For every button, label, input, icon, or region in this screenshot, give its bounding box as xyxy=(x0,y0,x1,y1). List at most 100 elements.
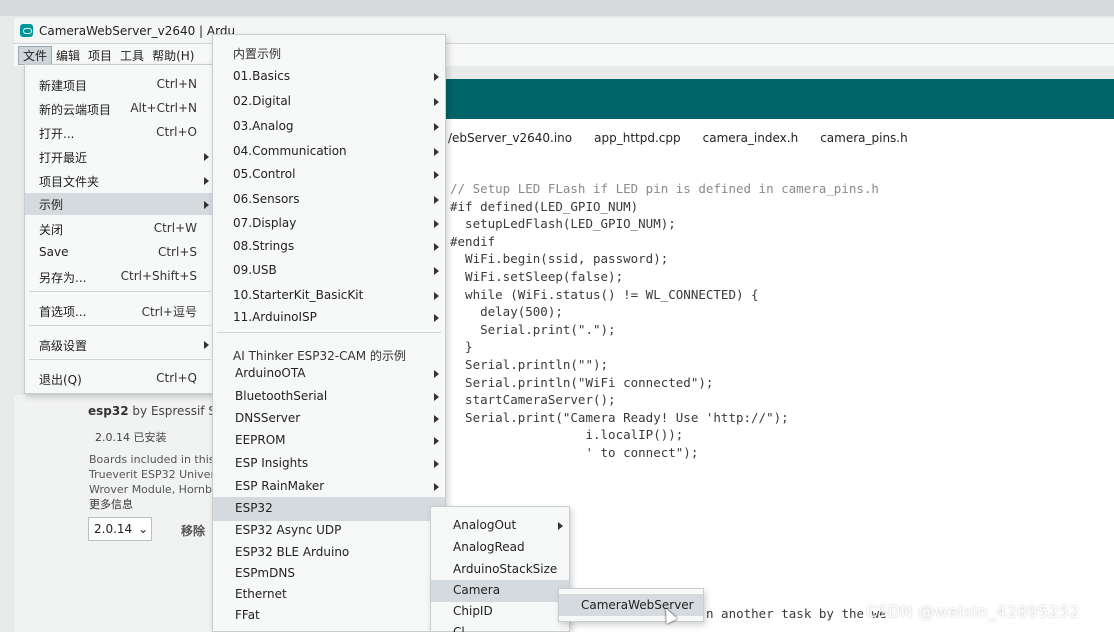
menu-sketch[interactable]: 项目 xyxy=(84,47,116,64)
version-select[interactable]: 2.0.14 ⌄ xyxy=(88,517,152,541)
menu-item-preferences[interactable]: 首选项... Ctrl+逗号 xyxy=(25,303,215,320)
menu-item-open[interactable]: 打开... Ctrl+O xyxy=(25,125,215,142)
tab-app-httpd[interactable]: app_httpd.cpp xyxy=(594,131,680,153)
menu-item-esp-insights[interactable]: ESP Insights xyxy=(213,456,445,470)
chevron-right-icon xyxy=(434,123,439,131)
menu-item-new[interactable]: 新建项目 Ctrl+N xyxy=(25,77,215,94)
chevron-right-icon xyxy=(434,437,439,445)
code-line: Serial.println(""); xyxy=(450,356,609,372)
menu-item-quit[interactable]: 退出(Q) Ctrl+Q xyxy=(25,371,215,388)
chevron-right-icon xyxy=(434,148,439,156)
board-title: esp32 by Espressif Sy xyxy=(88,404,223,418)
tab-camera-pins[interactable]: camera_pins.h xyxy=(820,131,908,153)
menu-item-esp32-async-udp[interactable]: ESP32 Async UDP xyxy=(213,523,445,537)
chevron-right-icon xyxy=(204,177,209,185)
menu-file[interactable]: 文件 xyxy=(18,45,53,65)
screen-bezel xyxy=(0,0,1114,16)
window-titlebar: CameraWebServer_v2640 | Ardu xyxy=(14,18,1114,44)
menu-item-basics[interactable]: 01.Basics xyxy=(213,69,445,83)
remove-button[interactable]: 移除 xyxy=(181,522,205,539)
menu-item-sensors[interactable]: 06.Sensors xyxy=(213,192,445,206)
menu-item-usb[interactable]: 09.USB xyxy=(213,263,445,277)
menu-separator xyxy=(29,325,211,326)
code-line-tail: n another task by the we xyxy=(706,606,887,621)
chevron-right-icon xyxy=(434,393,439,401)
menu-item-espmdns[interactable]: ESPmDNS xyxy=(213,566,445,580)
chevron-right-icon xyxy=(434,243,439,251)
menu-edit[interactable]: 编辑 xyxy=(52,47,84,64)
menu-help[interactable]: 帮助(H) xyxy=(148,47,198,64)
menu-item-esp32-ble[interactable]: ESP32 BLE Arduino xyxy=(213,545,445,559)
toolbar xyxy=(440,79,1114,119)
chevron-right-icon xyxy=(434,98,439,106)
code-line: WiFi.begin(ssid, password); xyxy=(450,251,669,267)
menu-item-analogout[interactable]: AnalogOut xyxy=(431,518,569,532)
board-name: esp32 xyxy=(88,404,129,418)
camera-examples-menu: CameraWebServer xyxy=(558,588,704,622)
chevron-right-icon xyxy=(434,483,439,491)
code-line: startCameraServer(); xyxy=(450,392,616,408)
code-line: #endif xyxy=(450,233,496,249)
menu-item-examples[interactable]: 示例 xyxy=(25,193,215,215)
tab-main-ino[interactable]: /ebServer_v2640.ino xyxy=(448,131,572,153)
menu-item-save[interactable]: Save Ctrl+S xyxy=(25,245,215,259)
board-examples-header: AI Thinker ESP32-CAM 的示例 xyxy=(233,349,406,363)
chevron-down-icon: ⌄ xyxy=(138,522,149,536)
menu-item-arduinoota[interactable]: ArduinoOTA xyxy=(213,366,445,380)
menu-item-analog[interactable]: 03.Analog xyxy=(213,119,445,133)
code-line: WiFi.setSleep(false); xyxy=(450,268,624,284)
code-line: Serial.println("WiFi connected"); xyxy=(450,374,714,390)
menu-item-open-recent[interactable]: 打开最近 xyxy=(25,149,215,166)
menu-item-strings[interactable]: 08.Strings xyxy=(213,239,445,253)
menu-item-dnsserver[interactable]: DNSServer xyxy=(213,411,445,425)
menu-separator xyxy=(217,332,441,333)
chevron-right-icon xyxy=(204,201,209,209)
menu-item-sketchbook[interactable]: 项目文件夹 xyxy=(25,173,215,190)
menu-item-eeprom[interactable]: EEPROM xyxy=(213,433,445,447)
menu-item-camera[interactable]: Camera xyxy=(431,580,569,602)
menu-item-camerawebserver[interactable]: CameraWebServer xyxy=(559,594,703,616)
menu-item-close[interactable]: 关闭 Ctrl+W xyxy=(25,221,215,238)
version-value: 2.0.14 xyxy=(94,522,133,536)
menu-item-ffat[interactable]: FFat xyxy=(213,608,445,622)
examples-menu: 内置示例 01.Basics 02.Digital 03.Analog 04.C… xyxy=(212,34,446,632)
menu-item-starterkit[interactable]: 10.StarterKit_BasicKit xyxy=(213,288,445,302)
code-line: #if defined(LED_GPIO_NUM) xyxy=(450,198,639,214)
menu-item-chipid[interactable]: ChipID xyxy=(431,604,569,618)
menu-item-analogread[interactable]: AnalogRead xyxy=(431,540,569,554)
description-line: Wrover Module, Hornb xyxy=(89,483,212,496)
menu-item-esp32[interactable]: ESP32 xyxy=(213,497,445,521)
code-content: // Setup LED FLash if LED pin is defined… xyxy=(450,180,879,462)
chevron-right-icon xyxy=(204,153,209,161)
installed-version: 2.0.14 已安装 xyxy=(95,431,167,444)
menu-item-arduinoisp[interactable]: 11.ArduinoISP xyxy=(213,310,445,324)
menu-item-ethernet[interactable]: Ethernet xyxy=(213,587,445,601)
code-line: // Setup LED FLash if LED pin is defined… xyxy=(450,181,879,196)
menu-tools[interactable]: 工具 xyxy=(116,47,148,64)
menu-item-advanced[interactable]: 高级设置 xyxy=(25,337,215,354)
menu-item-digital[interactable]: 02.Digital xyxy=(213,94,445,108)
esp32-examples-menu: AnalogOut AnalogRead ArduinoStackSize Ca… xyxy=(430,506,570,632)
code-line: Serial.print("."); xyxy=(450,321,616,337)
code-line: ' to connect"); xyxy=(450,444,699,460)
description-line: Trueverit ESP32 Univer xyxy=(89,468,213,481)
menu-item-control[interactable]: 05.Control xyxy=(213,167,445,181)
file-menu: 新建项目 Ctrl+N 新的云端项目 Alt+Ctrl+N 打开... Ctrl+O … xyxy=(24,64,216,394)
menu-item-communication[interactable]: 04.Communication xyxy=(213,144,445,158)
chevron-right-icon xyxy=(434,267,439,275)
menu-item-display[interactable]: 07.Display xyxy=(213,216,445,230)
chevron-right-icon xyxy=(558,522,563,530)
code-line: delay(500); xyxy=(450,304,563,320)
more-info-link[interactable]: 更多信息 xyxy=(89,496,133,512)
menu-item-bluetoothserial[interactable]: BluetoothSerial xyxy=(213,389,445,403)
menu-item-esp-rainmaker[interactable]: ESP RainMaker xyxy=(213,479,445,493)
description-line: Boards included in this xyxy=(89,453,213,466)
chevron-right-icon xyxy=(434,73,439,81)
code-line: i.localIP()); xyxy=(450,427,684,443)
menu-item-new-cloud[interactable]: 新的云端项目 Alt+Ctrl+N xyxy=(25,101,215,118)
menu-item-cl[interactable]: Cl xyxy=(431,625,569,632)
tab-camera-index[interactable]: camera_index.h xyxy=(703,131,799,153)
menu-item-arduinostacksize[interactable]: ArduinoStackSize xyxy=(431,562,569,576)
menu-item-save-as[interactable]: 另存为... Ctrl+Shift+S xyxy=(25,269,215,286)
chevron-right-icon xyxy=(434,370,439,378)
